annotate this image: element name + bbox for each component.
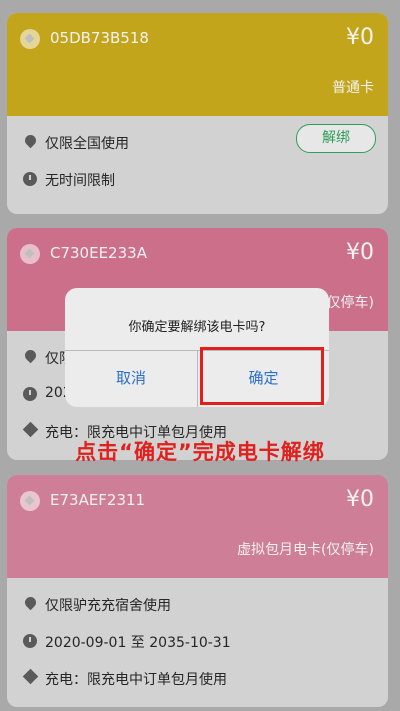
card-scope-row: 仅限全国使用 解绑 [7,124,388,161]
dialog-message: 你确定要解绑该电卡吗? [128,320,266,335]
charge-icon [22,421,39,438]
card-charge: 充电：限充电中订单包月使用 [45,672,227,688]
card-3-header: E73AEF2311 ¥0 虚拟包月电卡(仅停车) [7,475,388,578]
unbind-button[interactable]: 解绑 [296,124,376,153]
card-time-row: 2020-09-01 至 2035-10-31 [7,623,388,660]
card-1-header: 05DB73B518 ¥0 普通卡 [7,13,388,116]
card-type: 普通卡 [332,80,374,96]
clock-icon [23,387,37,401]
card-charge-row: 充电：限充电中订单包月使用 [7,660,388,697]
card-amount: ¥0 [346,25,374,50]
card-scope-row: 仅限驴充充宿舍使用 [7,586,388,623]
card-amount: ¥0 [346,240,374,265]
cancel-button[interactable]: 取消 [65,350,197,407]
instruction-annotation: 点击“确定”完成电卡解绑 [75,440,325,464]
card-type: 虚拟包月电卡(仅停车) [237,542,374,558]
location-pin-icon [22,594,39,611]
card-id: 05DB73B518 [50,29,149,47]
card-1[interactable]: 05DB73B518 ¥0 普通卡 仅限全国使用 解绑 无时间限制 [7,13,388,214]
card-scope: 仅限驴充充宿舍使用 [45,598,171,614]
charge-icon [22,668,39,685]
confirm-highlight-box [200,347,324,405]
card-type: (仅停车) [321,295,374,311]
card-3-body: 仅限驴充充宿舍使用 2020-09-01 至 2035-10-31 充电：限充电… [7,578,388,701]
location-pin-icon [22,132,39,149]
card-time: 2020-09-01 至 2035-10-31 [45,635,231,651]
card-badge-icon [20,29,40,49]
card-1-body: 仅限全国使用 解绑 无时间限制 [7,116,388,202]
location-pin-icon [22,347,39,364]
card-id: C730EE233A [50,244,147,262]
card-badge-icon [20,491,40,511]
card-amount: ¥0 [346,487,374,512]
card-3[interactable]: E73AEF2311 ¥0 虚拟包月电卡(仅停车) 仅限驴充充宿舍使用 2020… [7,475,388,707]
card-scope: 仅限全国使用 [45,136,129,152]
card-badge-icon [20,244,40,264]
clock-icon [23,634,37,648]
clock-icon [23,172,37,186]
card-time-row: 无时间限制 [7,161,388,198]
card-id: E73AEF2311 [50,491,146,509]
card-time: 无时间限制 [45,173,115,189]
